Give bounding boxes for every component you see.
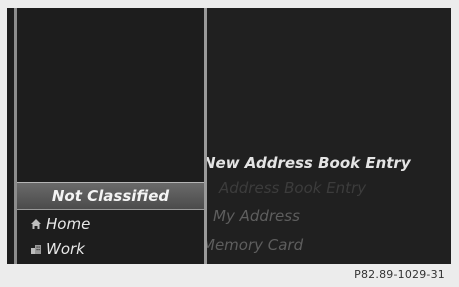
category-not-classified[interactable]: Not Classified [17, 182, 204, 210]
category-home[interactable]: Home [17, 210, 204, 237]
menu-item-address-book-entry[interactable]: Address Book Entry [219, 179, 366, 197]
category-label: Work [46, 239, 85, 258]
category-label: Home [46, 214, 91, 233]
menu-item-new-entry[interactable]: New Address Book Entry [207, 154, 411, 172]
display-screen: Not Classified Home Work New Address Boo… [7, 8, 451, 264]
work-icon [31, 244, 41, 254]
figure-code: P82.89-1029-31 [354, 268, 445, 281]
home-icon [31, 218, 41, 229]
category-work[interactable]: Work [17, 235, 204, 262]
category-list: Not Classified Home Work [17, 180, 204, 264]
menu-item-memory-card[interactable]: Memory Card [207, 236, 303, 254]
category-label: Not Classified [51, 187, 170, 205]
menu-item-my-address[interactable]: My Address [213, 207, 300, 225]
menu-pane: New Address Book Entry Address Book Entr… [207, 8, 451, 264]
